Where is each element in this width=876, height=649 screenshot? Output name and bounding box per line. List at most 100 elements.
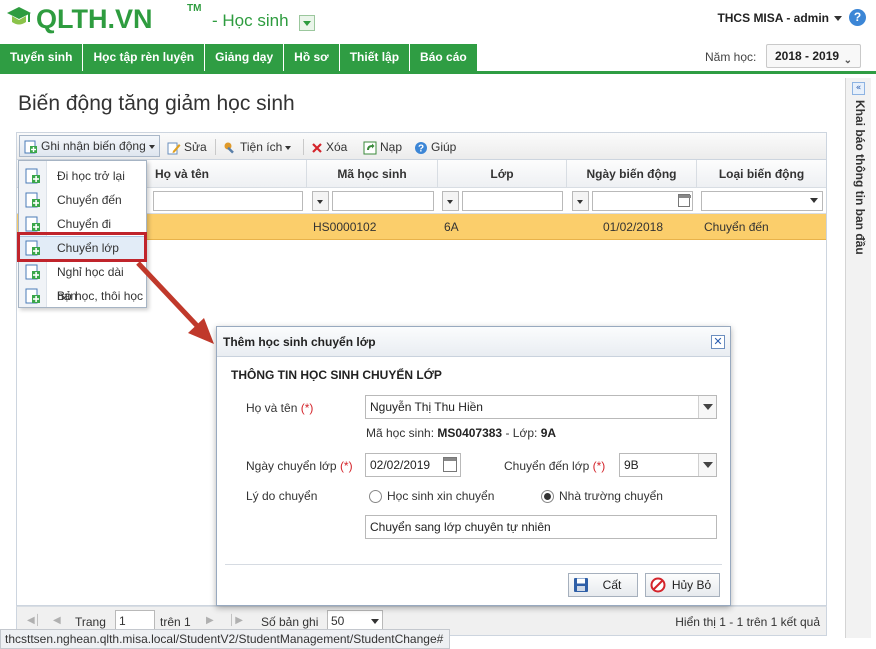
svg-text:?: ?	[418, 143, 424, 154]
required-mark: (*)	[339, 459, 353, 473]
school-year-select[interactable]: 2018 - 2019 ⌄	[766, 44, 861, 68]
initial-setup-panel[interactable]: « Khai báo thông tin ban đầu	[845, 78, 871, 638]
student-code-value: MS0407383	[437, 426, 503, 440]
reason-label: Lý do chuyển	[246, 489, 318, 503]
calendar-icon[interactable]	[678, 194, 691, 207]
nav-item-bao-cao[interactable]: Báo cáo	[410, 44, 478, 71]
filter-date-input[interactable]	[592, 191, 693, 211]
filter-class-input[interactable]	[462, 191, 563, 211]
to-class-select[interactable]: 9B	[619, 453, 717, 477]
nav-item-thiet-lap[interactable]: Thiết lập	[339, 44, 411, 71]
menu-item-di-hoc-tro-lai[interactable]: Đi học trở lại	[19, 164, 146, 188]
edit-label: Sửa	[184, 140, 207, 154]
record-change-button[interactable]: Ghi nhận biến động	[19, 135, 160, 157]
dialog-divider	[225, 564, 722, 565]
utility-button[interactable]: Tiện ích	[223, 137, 292, 157]
filter-code-input[interactable]	[332, 191, 434, 211]
col-header-date[interactable]: Ngày biến động	[567, 160, 697, 188]
transfer-date-input[interactable]: 02/02/2019	[365, 453, 461, 477]
toolbar: Ghi nhận biến động Sửa Tiện ích Xóa Nạp …	[16, 132, 827, 160]
col-header-name[interactable]: Họ và tên	[149, 160, 307, 188]
nav-divider	[0, 71, 876, 74]
filter-code-operator[interactable]	[312, 191, 329, 211]
delete-button[interactable]: Xóa	[311, 137, 347, 157]
page-total-label: trên 1	[160, 615, 191, 629]
to-class-label: Chuyển đến lớp (*)	[504, 459, 606, 473]
tools-icon	[224, 142, 234, 154]
add-doc-icon	[25, 264, 40, 280]
menu-item-bo-hoc[interactable]: Bỏ học, thôi học	[19, 284, 146, 308]
menu-item-label: Chuyển đến	[57, 193, 122, 207]
school-year-value: 2018 - 2019	[775, 49, 840, 63]
cancel-label: Hủy Bỏ	[671, 578, 712, 592]
edit-button[interactable]: Sửa	[167, 137, 207, 157]
transfer-date-label: Ngày chuyển lớp (*)	[246, 459, 353, 473]
app-header: QLTH.VN TM - Học sinh THCS MISA - admin …	[0, 0, 876, 44]
help-label: Giúp	[431, 140, 457, 154]
chevron-down-icon[interactable]	[698, 396, 716, 418]
menu-item-chuyen-den[interactable]: Chuyển đến	[19, 188, 146, 212]
help-button[interactable]: ? Giúp	[414, 137, 456, 157]
add-doc-icon	[24, 140, 37, 154]
first-page-icon[interactable]: ◀│	[27, 615, 41, 629]
reload-button[interactable]: Nạp	[363, 137, 402, 157]
school-year-label: Năm học:	[705, 50, 757, 64]
callout-highlight-box	[17, 232, 147, 262]
col-header-code[interactable]: Mã học sinh	[307, 160, 438, 188]
cell-date: 01/02/2018	[602, 220, 663, 234]
required-mark: (*)	[592, 459, 606, 473]
student-class-value: 9A	[540, 426, 557, 440]
filter-date-operator[interactable]	[572, 191, 589, 211]
chevron-down-icon[interactable]	[698, 454, 716, 476]
reason-radio-school[interactable]	[541, 490, 554, 503]
logo-text: QLTH.VN	[36, 4, 153, 34]
nav-item-giang-day[interactable]: Giảng dạy	[205, 44, 285, 71]
filter-name-input[interactable]	[153, 191, 303, 211]
filter-class-operator[interactable]	[442, 191, 459, 211]
col-header-type[interactable]: Loại biến động	[697, 160, 826, 188]
page-root: { "header": { "logo_text": "QLTH.VN", "l…	[0, 0, 876, 649]
records-label: Số bản ghi	[261, 615, 319, 629]
chevron-down-icon[interactable]	[834, 16, 842, 21]
nav-item-ho-so[interactable]: Hồ sơ	[284, 44, 340, 71]
edit-icon	[167, 142, 181, 155]
reason-note-input[interactable]: Chuyển sang lớp chuyên tự nhiên	[365, 515, 717, 539]
to-class-value: 9B	[624, 458, 639, 472]
last-page-icon[interactable]: │▶	[229, 615, 243, 629]
close-icon[interactable]: ✕	[711, 335, 725, 349]
add-doc-icon	[25, 288, 40, 304]
reason-radio-student[interactable]	[369, 490, 382, 503]
add-doc-icon	[25, 216, 40, 232]
add-doc-icon	[25, 168, 40, 184]
student-name-value: Nguyễn Thị Thu Hiền	[370, 400, 483, 414]
module-dropdown-button[interactable]	[299, 15, 315, 31]
prev-page-icon[interactable]: ◀	[53, 615, 65, 629]
delete-x-icon	[312, 143, 322, 153]
col-header-class[interactable]: Lớp	[438, 160, 567, 188]
menu-item-nghi-hoc-dai-han[interactable]: Nghỉ học dài hạn	[19, 260, 146, 303]
cell-code: HS0000102	[313, 220, 377, 234]
toolbar-separator	[215, 139, 216, 155]
pager-summary: Hiển thị 1 - 1 trên 1 kết quả	[675, 615, 820, 629]
record-change-label: Ghi nhận biến động	[41, 139, 146, 153]
nav-item-tuyen-sinh[interactable]: Tuyển sinh	[0, 44, 84, 71]
reason-option-school[interactable]: Nhà trường chuyển	[559, 489, 663, 503]
calendar-icon[interactable]	[443, 457, 457, 472]
filter-type-select[interactable]	[701, 191, 823, 211]
cell-class: 6A	[444, 220, 459, 234]
transfer-class-dialog: Thêm học sinh chuyển lớp ✕ THÔNG TIN HỌC…	[216, 326, 731, 606]
save-button[interactable]: Cất	[568, 573, 638, 597]
student-name-select[interactable]: Nguyễn Thị Thu Hiền	[365, 395, 717, 419]
user-menu[interactable]: THCS MISA - admin	[717, 11, 829, 25]
next-page-icon[interactable]: ▶	[206, 615, 218, 629]
cancel-button[interactable]: Hủy Bỏ	[645, 573, 720, 597]
nav-item-hoc-tap-ren-luyen[interactable]: Học tập rèn luyện	[83, 44, 206, 71]
expand-icon[interactable]: «	[852, 82, 865, 95]
page-title: Biến động tăng giảm học sinh	[18, 92, 295, 115]
caret-down-icon	[148, 144, 155, 149]
reason-option-student[interactable]: Học sinh xin chuyển	[387, 489, 494, 503]
reload-icon	[363, 141, 377, 155]
help-circle-icon: ?	[415, 141, 427, 154]
utility-label: Tiện ích	[240, 140, 283, 154]
help-icon[interactable]: ?	[849, 9, 866, 26]
